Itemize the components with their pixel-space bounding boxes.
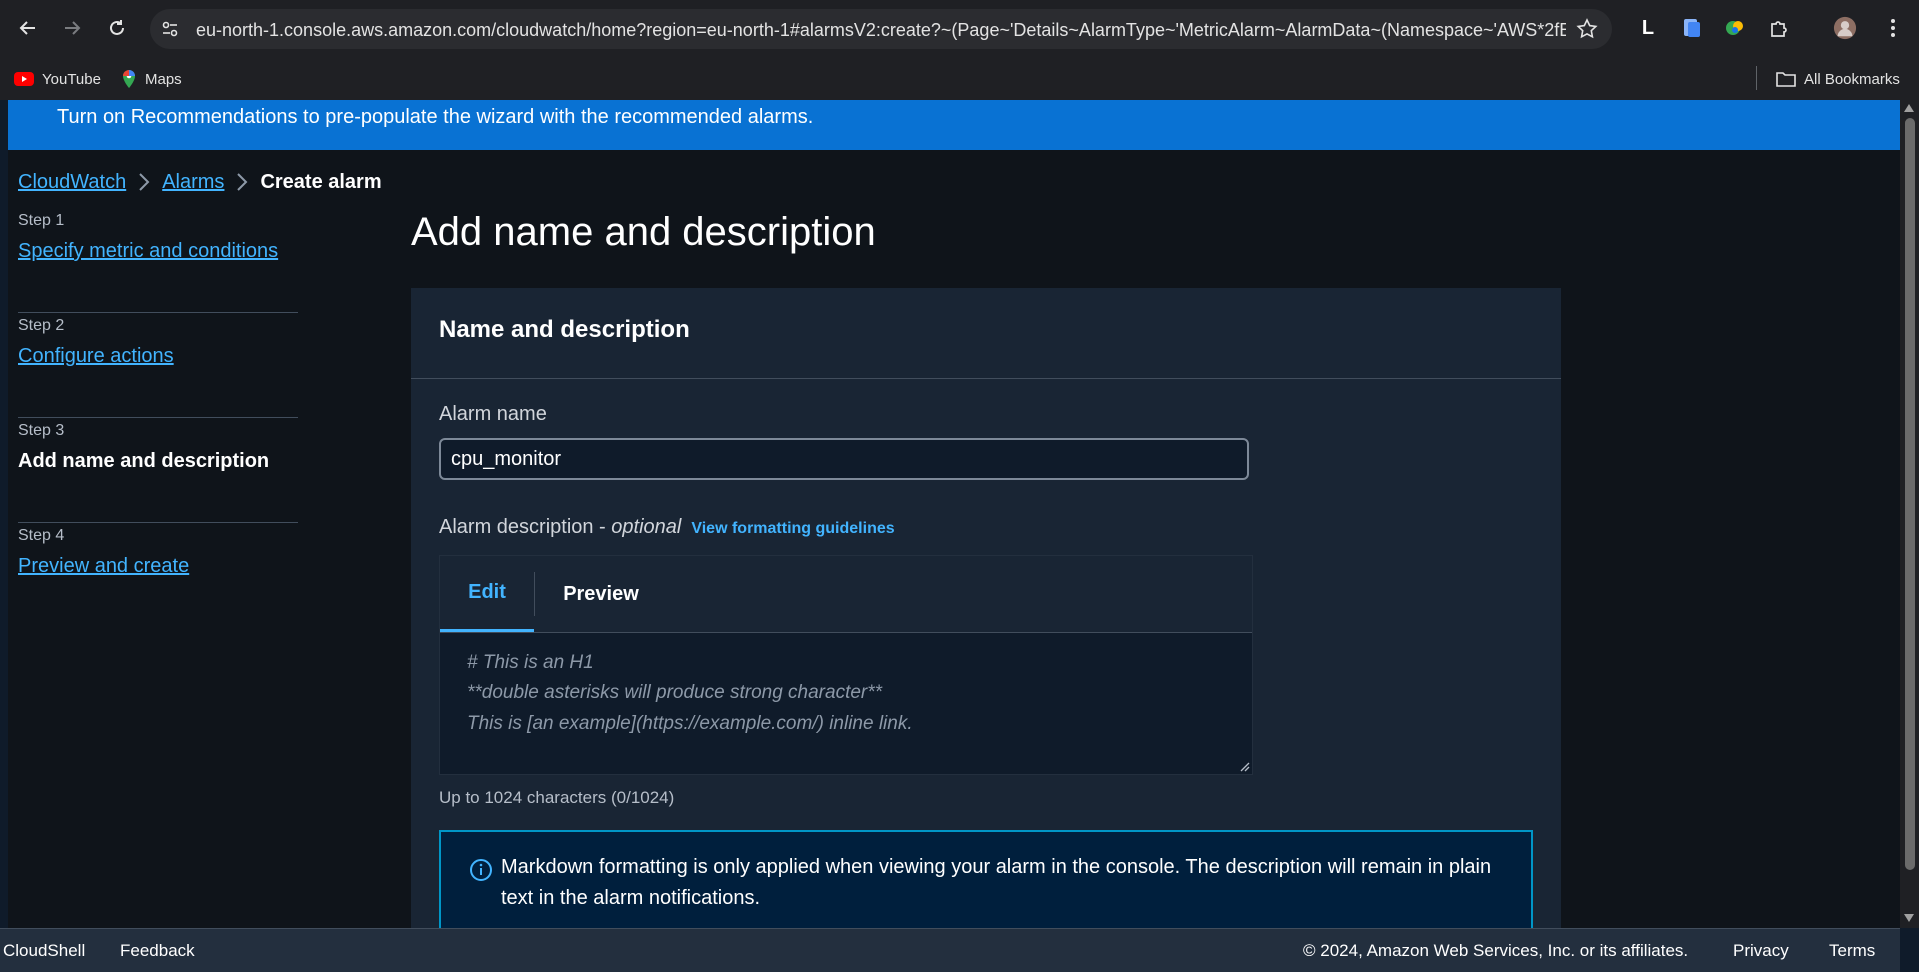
breadcrumb: CloudWatch Alarms Create alarm	[18, 170, 382, 194]
site-info-icon[interactable]	[160, 19, 180, 39]
tab-divider	[534, 572, 535, 616]
recommendations-banner: Turn on Recommendations to pre-populate …	[8, 100, 1900, 150]
alarm-name-input[interactable]	[439, 438, 1249, 480]
step-2: Step 2 Configure actions	[18, 313, 308, 418]
tab-edit[interactable]: Edit	[440, 556, 534, 632]
bookmarks-bar: YouTube Maps All Bookmarks	[0, 58, 1919, 100]
bookmark-maps-label: Maps	[145, 70, 182, 88]
description-label-text: Alarm description -	[439, 516, 612, 538]
bookmark-maps[interactable]: Maps	[121, 68, 182, 90]
browser-toolbar: eu-north-1.console.aws.amazon.com/cloudw…	[0, 0, 1919, 58]
step-link-configure-actions[interactable]: Configure actions	[18, 345, 174, 368]
placeholder-line: This is [an example](https://example.com…	[467, 713, 913, 734]
step-number: Step 1	[18, 212, 65, 229]
step-link-preview-create[interactable]: Preview and create	[18, 555, 189, 578]
chevron-right-icon	[126, 170, 162, 194]
page-title: Add name and description	[411, 210, 876, 254]
placeholder-line: **double asterisks will produce strong c…	[467, 682, 883, 703]
terms-link[interactable]: Terms	[1829, 941, 1875, 961]
breadcrumb-alarms[interactable]: Alarms	[162, 171, 224, 194]
cloudshell-button[interactable]: CloudShell	[3, 941, 85, 961]
name-description-panel: Name and description Alarm name Alarm de…	[411, 288, 1561, 928]
privacy-link[interactable]: Privacy	[1733, 941, 1789, 961]
reload-icon[interactable]	[103, 14, 131, 42]
youtube-icon	[14, 72, 34, 86]
resize-handle-icon[interactable]	[1238, 760, 1250, 772]
placeholder-line: # This is an H1	[467, 652, 594, 673]
formatting-guidelines-link[interactable]: View formatting guidelines	[691, 520, 894, 538]
puzzle-extensions-icon[interactable]	[1767, 16, 1791, 40]
l-extension-icon[interactable]: L	[1636, 16, 1660, 40]
panel-title: Name and description	[439, 316, 690, 343]
back-icon[interactable]	[14, 14, 42, 42]
character-count-hint: Up to 1024 characters (0/1024)	[439, 788, 675, 807]
kebab-menu-icon[interactable]	[1881, 16, 1905, 40]
aws-console-page: Turn on Recommendations to pre-populate …	[8, 100, 1900, 928]
scroll-up-arrow-icon[interactable]	[1904, 104, 1914, 112]
description-editor: Edit Preview # This is an H1 **double as…	[439, 555, 1253, 775]
alarm-description-label-row: Alarm description - optional View format…	[439, 516, 895, 539]
step-3: Step 3 Add name and description	[18, 418, 308, 523]
step-1: Step 1 Specify metric and conditions	[18, 208, 308, 313]
scrollbar-thumb[interactable]	[1905, 118, 1915, 870]
maps-pin-icon	[123, 70, 135, 88]
all-bookmarks-label: All Bookmarks	[1804, 70, 1900, 88]
step-number: Step 3	[18, 422, 65, 439]
optional-text: optional	[611, 516, 682, 538]
all-bookmarks-button[interactable]: All Bookmarks	[1776, 68, 1900, 90]
bookmark-youtube-label: YouTube	[42, 70, 101, 88]
step-number: Step 2	[18, 317, 65, 334]
panel-header: Name and description	[411, 288, 1561, 379]
breadcrumb-current: Create alarm	[260, 170, 382, 193]
chevron-right-icon	[224, 170, 260, 194]
editor-tabs: Edit Preview	[440, 556, 1252, 633]
scroll-down-arrow-icon[interactable]	[1904, 914, 1914, 922]
folder-icon	[1776, 72, 1796, 87]
info-alert-text: Markdown formatting is only applied when…	[501, 856, 1492, 909]
banner-text: Turn on Recommendations to pre-populate …	[57, 106, 814, 128]
forward-icon[interactable]	[58, 14, 86, 42]
copyright-text: © 2024, Amazon Web Services, Inc. or its…	[1303, 941, 1689, 960]
description-textarea[interactable]: # This is an H1 **double asterisks will …	[440, 633, 1252, 774]
wizard-steps: Step 1 Specify metric and conditions Ste…	[18, 208, 308, 628]
step-number: Step 4	[18, 527, 65, 544]
url-text[interactable]: eu-north-1.console.aws.amazon.com/cloudw…	[196, 20, 1566, 41]
info-icon	[470, 859, 492, 881]
colorful-extension-icon[interactable]	[1723, 16, 1747, 40]
address-bar[interactable]: eu-north-1.console.aws.amazon.com/cloudw…	[150, 9, 1612, 49]
console-footer: CloudShell Feedback © 2024, Amazon Web S…	[0, 928, 1900, 972]
bookmark-star-icon[interactable]	[1576, 18, 1598, 40]
step-current-label: Add name and description	[18, 450, 270, 472]
bookmarks-divider	[1756, 66, 1757, 90]
tab-preview[interactable]: Preview	[536, 556, 666, 632]
profile-avatar[interactable]	[1833, 16, 1857, 40]
step-4: Step 4 Preview and create	[18, 523, 308, 628]
feedback-button[interactable]: Feedback	[120, 941, 195, 961]
bookmark-youtube[interactable]: YouTube	[14, 68, 101, 90]
breadcrumb-cloudwatch[interactable]: CloudWatch	[18, 171, 126, 194]
alarm-description-label: Alarm description - optional	[439, 516, 681, 539]
info-alert: Markdown formatting is only applied when…	[439, 830, 1533, 928]
step-link-specify-metric[interactable]: Specify metric and conditions	[18, 240, 278, 263]
alarm-name-label: Alarm name	[439, 403, 547, 425]
docs-extension-icon[interactable]	[1680, 16, 1704, 40]
